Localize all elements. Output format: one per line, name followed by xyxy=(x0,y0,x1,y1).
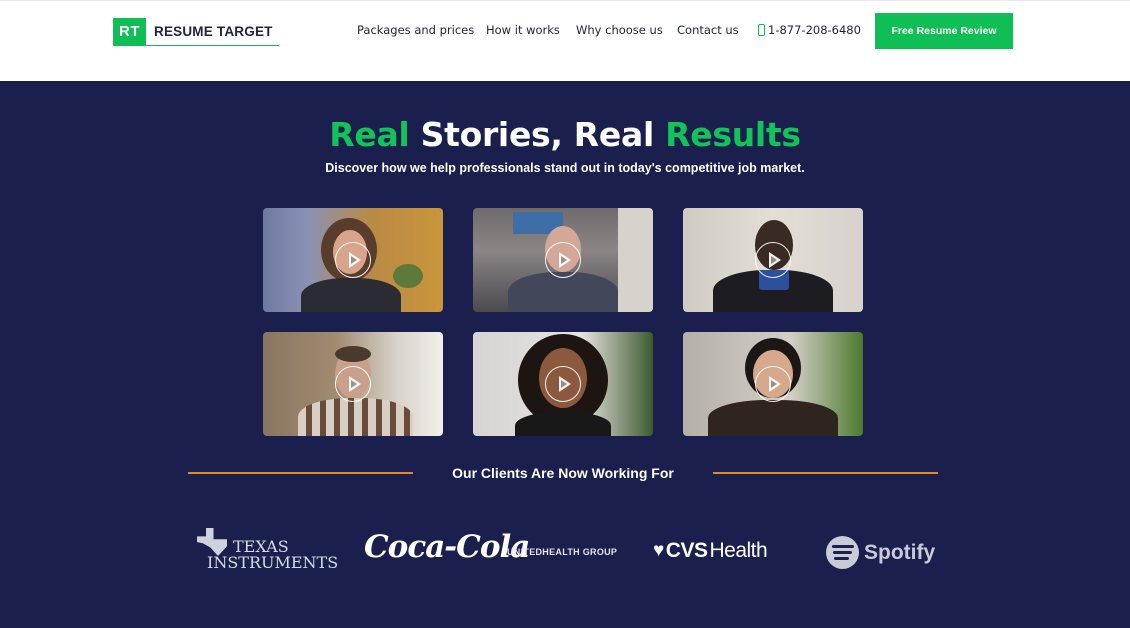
hair xyxy=(335,346,371,362)
testimonial-video-5[interactable] xyxy=(473,332,653,436)
title-real: Real xyxy=(329,115,410,154)
title-middle: Stories, Real xyxy=(409,115,666,154)
free-resume-review-button[interactable]: Free Resume Review xyxy=(875,13,1013,49)
title-results: Results xyxy=(665,115,801,154)
spotify-wordmark: Spotify xyxy=(864,540,936,564)
testimonial-video-6[interactable] xyxy=(683,332,863,436)
plant xyxy=(393,264,423,288)
play-icon xyxy=(755,366,791,402)
testimonials-section: Real Stories, Real Results Discover how … xyxy=(0,81,1130,628)
logo-text: RESUME TARGET xyxy=(154,24,273,39)
body xyxy=(298,398,413,436)
section-title: Real Stories, Real Results xyxy=(0,115,1130,154)
site-header: RT RESUME TARGET Packages and prices How… xyxy=(0,0,1130,81)
body xyxy=(301,278,401,312)
texas-instruments-logo: TEXAS INSTRUMENTS xyxy=(197,525,338,575)
testimonial-video-3[interactable] xyxy=(683,208,863,312)
play-icon xyxy=(335,366,371,402)
phone-link[interactable]: 1-877-208-6480 xyxy=(758,23,861,37)
body xyxy=(708,400,838,436)
door xyxy=(618,208,653,312)
divider-left xyxy=(188,472,413,474)
resume-target-logo[interactable]: RT RESUME TARGET xyxy=(113,18,279,46)
ti-wordmark: TEXAS INSTRUMENTS xyxy=(207,539,338,571)
testimonial-video-4[interactable] xyxy=(263,332,443,436)
logo-mark: RT xyxy=(113,18,146,45)
ti-line-2: INSTRUMENTS xyxy=(207,553,339,572)
phone-number: 1-877-208-6480 xyxy=(768,23,861,37)
spotify-icon xyxy=(826,536,859,569)
divider-right xyxy=(713,472,938,474)
testimonial-video-1[interactable] xyxy=(263,208,443,312)
heart-icon: ♥ xyxy=(653,540,664,561)
section-subtitle: Discover how we help professionals stand… xyxy=(325,161,805,175)
testimonial-video-2[interactable] xyxy=(473,208,653,312)
cvs-bold: CVS xyxy=(665,539,708,562)
cvs-health-logo: ♥ CVS Health xyxy=(653,539,768,563)
cvs-light: Health xyxy=(709,539,768,562)
body xyxy=(508,272,618,312)
clients-title: Our Clients Are Now Working For xyxy=(452,465,674,481)
spotify-logo: Spotify xyxy=(826,536,935,569)
coca-cola-logo: Coca-Cola xyxy=(364,529,530,565)
nav-contact-us[interactable]: Contact us xyxy=(677,23,739,37)
play-icon xyxy=(755,242,791,278)
phone-icon xyxy=(758,24,765,36)
nav-how-it-works[interactable]: How it works xyxy=(486,23,560,37)
play-icon xyxy=(335,242,371,278)
nav-why-choose-us[interactable]: Why choose us xyxy=(576,23,663,37)
body xyxy=(515,412,611,436)
nav-packages-and-prices[interactable]: Packages and prices xyxy=(357,23,474,37)
play-icon xyxy=(545,366,581,402)
unitedhealth-group-logo: UNITEDHEALTH GROUP xyxy=(507,547,618,557)
play-icon xyxy=(545,242,581,278)
